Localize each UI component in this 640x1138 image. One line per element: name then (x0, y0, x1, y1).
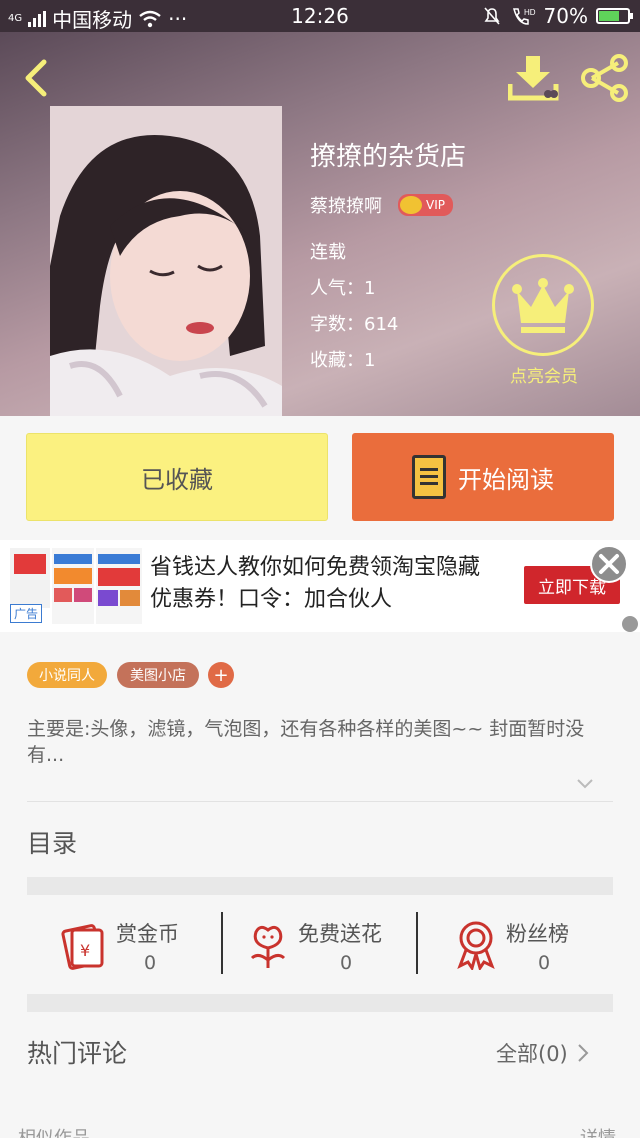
similar-works-more[interactable]: 详情 (580, 1124, 616, 1138)
tag-label: 美图小店 (130, 668, 186, 684)
tag-chip[interactable]: 小说同人 (27, 662, 107, 688)
stat-label: 粉丝榜 (506, 922, 569, 946)
book-title: 撩撩的杂货店 (310, 142, 467, 172)
ad-tag: 广告 (10, 604, 43, 623)
hd-call-icon: HD (512, 8, 536, 25)
book-icon (412, 455, 446, 499)
vip-badge: VIP (398, 194, 453, 216)
flower-icon (250, 925, 286, 968)
member-label: 点亮会员 (510, 367, 578, 387)
vip-label: VIP (426, 198, 445, 212)
ad-info-icon (622, 616, 638, 632)
toc-title[interactable]: 目录 (27, 824, 77, 860)
start-reading-button[interactable]: 开始阅读 (352, 433, 614, 521)
tag-label: 小说同人 (39, 668, 95, 684)
medal-icon (457, 921, 495, 970)
money-envelope-icon: ¥ (61, 924, 104, 970)
stat-label: 赏金币 (116, 922, 179, 946)
stat-separator (416, 912, 418, 974)
close-icon (599, 554, 619, 574)
add-tag-button[interactable]: + (208, 662, 234, 688)
hot-comments-title: 热门评论 (27, 1039, 128, 1068)
stat-label: 免费送花 (298, 922, 382, 946)
all-comments-label: 全部(0) (496, 1042, 568, 1066)
download-icon (507, 56, 559, 101)
ad-close-button[interactable] (590, 545, 628, 583)
book-status: 连载 (310, 242, 346, 263)
ad-banner[interactable]: 广告 省钱达人教你如何免费领淘宝隐藏优惠券！口令：加合伙人 立即下载 (0, 540, 640, 632)
stat-value: 0 (340, 952, 353, 974)
download-button[interactable] (507, 54, 560, 102)
start-reading-label: 开始阅读 (458, 465, 554, 494)
book-header: 撩撩的杂货店 蔡撩撩啊 VIP 连载 人气：1 字数：614 收藏：1 点亮会员 (0, 32, 640, 416)
member-circle (492, 254, 594, 356)
fan-ranking-button[interactable]: 粉丝榜 0 (454, 914, 584, 978)
tag-chip[interactable]: 美图小店 (117, 662, 199, 688)
book-word-count: 字数：614 (310, 314, 399, 335)
section-divider (27, 994, 613, 1012)
favorited-button[interactable]: 已收藏 (26, 433, 328, 521)
chevron-down-icon (577, 779, 593, 789)
member-button[interactable]: 点亮会员 (492, 254, 596, 387)
share-icon (581, 54, 628, 102)
battery-percent: 70% (543, 4, 588, 28)
chevron-right-icon (578, 1044, 589, 1062)
back-button[interactable] (18, 56, 58, 100)
stat-value: 0 (538, 952, 551, 974)
book-description: 主要是:头像，滤镜，气泡图，还有各种各样的美图~~ 封面暂时没有... (27, 718, 585, 766)
favorited-label: 已收藏 (141, 465, 213, 494)
vip-crown-icon (400, 196, 422, 214)
all-comments-link[interactable]: 全部(0) (496, 1038, 590, 1068)
expand-description-button[interactable] (576, 774, 594, 792)
author-row[interactable]: 蔡撩撩啊 VIP (310, 192, 453, 218)
status-bar: 4G 中国移动 ··· 12:26 HD 70% (0, 0, 640, 32)
svg-text:HD: HD (524, 8, 536, 17)
book-favorites: 收藏：1 (310, 350, 376, 371)
send-flower-button[interactable]: 免费送花 0 (248, 914, 398, 978)
svg-text:¥: ¥ (80, 941, 90, 960)
chevron-left-icon (25, 59, 47, 97)
book-popularity: 人气：1 (310, 278, 376, 299)
reward-coins-button[interactable]: ¥ 赏金币 0 (60, 914, 190, 978)
author-name[interactable]: 蔡撩撩啊 (310, 192, 382, 218)
cover-illustration (50, 106, 282, 416)
similar-works-title: 相似作品 (18, 1124, 90, 1138)
section-divider (27, 877, 613, 895)
battery-icon (596, 8, 633, 24)
divider (27, 801, 613, 802)
book-cover[interactable] (50, 106, 282, 416)
stat-separator (221, 912, 223, 974)
stat-value: 0 (144, 952, 157, 974)
share-button[interactable] (580, 54, 630, 102)
ad-text: 省钱达人教你如何免费领淘宝隐藏优惠券！口令：加合伙人 (150, 555, 481, 612)
mute-bell-icon (483, 7, 500, 25)
crown-icon (512, 278, 574, 333)
